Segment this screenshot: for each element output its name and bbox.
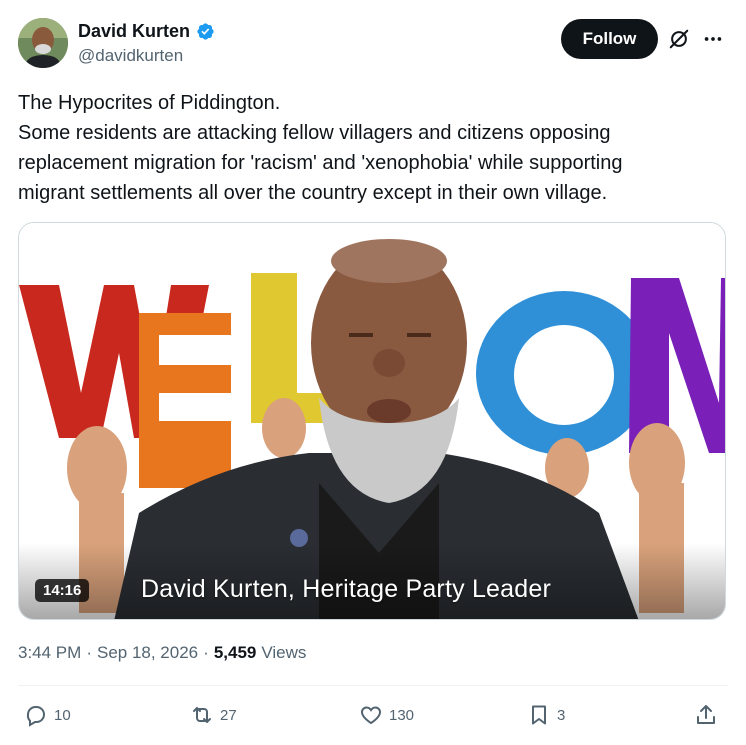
share-icon — [697, 705, 715, 724]
tweet-text-line: replacement migration for 'racism' and '… — [18, 152, 623, 174]
like-button[interactable]: 130 — [359, 703, 414, 727]
handle[interactable]: @davidkurten — [78, 46, 215, 66]
tweet-text-line: migrant settlements all over the country… — [18, 182, 608, 204]
tweet-meta: 3:44 PM · Sep 18, 2026 · 5,459 Views — [18, 643, 306, 663]
repost-icon — [193, 707, 211, 723]
reply-button[interactable]: 10 — [24, 703, 71, 727]
reply-icon — [26, 706, 45, 727]
heart-icon — [361, 706, 381, 725]
tweet-date[interactable]: Sep 18, 2026 — [97, 643, 198, 663]
avatar[interactable] — [18, 18, 68, 68]
divider — [18, 685, 728, 686]
bookmark-button[interactable]: 3 — [527, 703, 565, 727]
share-button[interactable] — [694, 703, 718, 727]
tweet-text-line: Some residents are attacking fellow vill… — [18, 122, 611, 144]
follow-button[interactable]: Follow — [561, 19, 658, 59]
video-player[interactable]: 14:16 David Kurten, Heritage Party Leade… — [18, 222, 726, 620]
repost-count: 27 — [220, 706, 237, 724]
display-name[interactable]: David Kurten — [78, 21, 190, 42]
bookmark-count: 3 — [557, 706, 566, 724]
video-duration-badge: 14:16 — [35, 579, 90, 602]
grok-icon[interactable] — [668, 28, 690, 50]
more-options-icon[interactable] — [702, 28, 724, 50]
like-count: 130 — [389, 706, 415, 724]
views-label: Views — [261, 643, 307, 662]
tweet-header: David Kurten @davidkurten Follow — [18, 18, 728, 70]
views-count: 5,459 — [213, 643, 257, 662]
video-caption: David Kurten, Heritage Party Leader — [141, 575, 551, 603]
repost-button[interactable]: 27 — [190, 703, 237, 727]
video-frame — [19, 223, 725, 619]
reply-count: 10 — [54, 706, 71, 724]
author-block: David Kurten @davidkurten — [78, 21, 215, 66]
verified-badge-icon — [197, 23, 214, 40]
meta-separator: · — [203, 643, 209, 662]
tweet-text-line: The Hypocrites of Piddington. — [18, 92, 281, 114]
tweet-text: The Hypocrites of Piddington. Some resid… — [18, 88, 718, 208]
meta-separator: · — [86, 643, 92, 662]
tweet-time[interactable]: 3:44 PM — [18, 643, 81, 663]
action-bar: 10 27 130 3 — [0, 703, 746, 733]
display-name-row: David Kurten — [78, 21, 215, 42]
bookmark-icon — [532, 705, 546, 725]
